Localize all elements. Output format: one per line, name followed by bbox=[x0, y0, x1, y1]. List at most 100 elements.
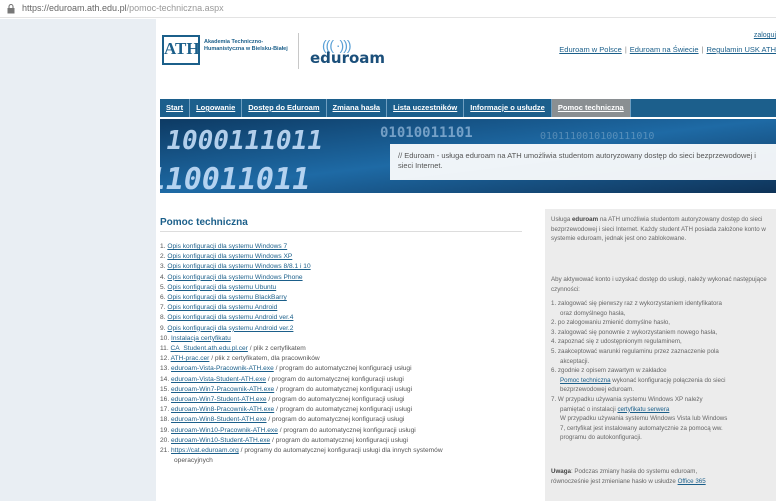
step-item: 4. zapoznać się z udostępnionym regulami… bbox=[551, 337, 769, 347]
step-text: zaakceptować warunki regulaminu przez za… bbox=[557, 347, 719, 355]
step-text-cont: pamiętać o instalacji certyfikatu serwer… bbox=[551, 405, 769, 415]
help-list-item: 16. eduroam-Win7-Student-ATH.exe / progr… bbox=[160, 395, 530, 405]
nav-dostep[interactable]: Dostęp do Eduroam bbox=[242, 99, 327, 117]
svg-text:0110011011: 0110011011 bbox=[160, 162, 313, 193]
help-link[interactable]: Opis konfiguracji dla systemu Windows 7 bbox=[167, 243, 287, 250]
help-link[interactable]: CA_Student.ath.edu.pl.cer bbox=[171, 345, 248, 352]
step-number: 4. bbox=[551, 338, 557, 346]
nav-pomoc-techniczna[interactable]: Pomoc techniczna bbox=[551, 99, 631, 117]
separator: | bbox=[624, 45, 627, 54]
step-item: 3. zalogować się ponownie z wykorzystani… bbox=[551, 328, 769, 338]
step-number: 1. bbox=[551, 300, 557, 307]
lock-icon bbox=[7, 4, 15, 14]
item-number: 13. bbox=[160, 365, 170, 373]
step-text: po zalogowaniu zmienić domyślne hasło, bbox=[557, 319, 671, 327]
office365-link[interactable]: Office 365 bbox=[678, 478, 706, 485]
nav-zmiana-hasla[interactable]: Zmiana hasła bbox=[327, 99, 388, 117]
help-link[interactable]: Opis konfiguracji dla systemu Android ve… bbox=[167, 314, 293, 321]
help-list-item: 3. Opis konfiguracji dla systemu Windows… bbox=[160, 262, 530, 272]
step-text: pamiętać o instalacji bbox=[560, 405, 618, 413]
help-link[interactable]: eduroam-Win8-Student-ATH.exe bbox=[171, 416, 267, 423]
link-eduroam-polska[interactable]: Eduroam w Polsce bbox=[559, 45, 622, 54]
help-list-item: 17. eduroam-Win8-Pracownik-ATH.exe / pro… bbox=[160, 405, 530, 415]
info-sidebar: Usługa eduroam na ATH umożliwia studento… bbox=[545, 209, 776, 501]
step-text-cont: Pomoc techniczna wykonać konfigurację po… bbox=[551, 376, 769, 386]
help-link[interactable]: Opis konfiguracji dla systemu Android bbox=[167, 304, 277, 311]
help-list-item: 13. eduroam-Vista-Pracownik-ATH.exe / pr… bbox=[160, 364, 530, 374]
step-text-cont: 7, certyfikat jest instalowany automatyc… bbox=[560, 424, 723, 432]
ath-logo[interactable]: ATH bbox=[162, 35, 200, 65]
help-link[interactable]: eduroam-Win8-Pracownik-ATH.exe bbox=[171, 406, 274, 413]
help-link[interactable]: https://cat.eduroam.org bbox=[171, 447, 239, 454]
item-number: 15. bbox=[160, 385, 170, 393]
step-text-cont: bezprzewodowej eduroam. bbox=[560, 386, 634, 394]
pomoc-techniczna-link[interactable]: Pomoc techniczna bbox=[560, 377, 611, 384]
url-text[interactable]: https://eduroam.ath.edu.pl/pomoc-technic… bbox=[22, 3, 224, 13]
help-link[interactable]: Opis konfiguracji dla systemu BlackBarry bbox=[167, 294, 286, 301]
item-number: 3. bbox=[160, 263, 166, 271]
step-number: 2. bbox=[551, 319, 557, 327]
help-link[interactable]: ATH-prac.cer bbox=[171, 355, 210, 362]
help-link[interactable]: Opis konfiguracji dla systemu Windows XP bbox=[167, 253, 292, 260]
help-list-item: 4. Opis konfiguracji dla systemu Windows… bbox=[160, 273, 530, 283]
item-description: / program do automatycznej konfiguracji … bbox=[274, 385, 413, 393]
item-description: / program do automatycznej konfiguracji … bbox=[266, 416, 405, 424]
help-list-item: 1. Opis konfiguracji dla systemu Windows… bbox=[160, 242, 530, 252]
help-list-item: 12. ATH-prac.cer / plik z certyfikatem, … bbox=[160, 354, 530, 364]
item-number: 12. bbox=[160, 355, 170, 363]
item-number: 1. bbox=[160, 243, 166, 250]
link-eduroam-swiat[interactable]: Eduroam na Świecie bbox=[630, 45, 699, 54]
info-paragraph-1: Usługa eduroam na ATH umożliwia studento… bbox=[551, 215, 769, 244]
help-link[interactable]: Opis konfiguracji dla systemu Windows Ph… bbox=[167, 274, 302, 281]
help-link[interactable]: eduroam-Win7-Pracownik-ATH.exe bbox=[171, 386, 274, 393]
help-link[interactable]: Instalacja certyfikatu bbox=[171, 335, 231, 342]
item-description: / program do automatycznej konfiguracji … bbox=[274, 406, 413, 414]
nav-informacje[interactable]: Informacje o usłudze bbox=[464, 99, 552, 117]
nav-start[interactable]: Start bbox=[160, 99, 191, 117]
item-description: / program do automatycznej konfiguracji … bbox=[266, 396, 405, 404]
item-number: 7. bbox=[160, 304, 166, 312]
step-text-cont: oraz domyślnego hasła, bbox=[560, 309, 626, 317]
help-link[interactable]: Opis konfiguracji dla systemu Windows 8/… bbox=[167, 263, 310, 270]
item-description: / program do automatycznej konfiguracji … bbox=[277, 426, 416, 434]
item-number: 17. bbox=[160, 406, 170, 414]
help-list-item: 9. Opis konfiguracji dla systemu Android… bbox=[160, 324, 530, 334]
eduroam-logo[interactable]: ((( ·))) eduroam bbox=[306, 37, 386, 67]
step-text-cont: akceptacji. bbox=[560, 357, 590, 365]
item-number: 6. bbox=[160, 294, 166, 302]
url-path: /pomoc-techniczna.aspx bbox=[126, 3, 224, 13]
svg-text:0101110010100111010: 0101110010100111010 bbox=[540, 131, 654, 142]
top-links: Eduroam w Polsce | Eduroam na Świecie | Regu… bbox=[559, 45, 776, 54]
address-bar[interactable]: https://eduroam.ath.edu.pl/pomoc-technic… bbox=[0, 0, 776, 18]
item-number: 19. bbox=[160, 426, 170, 434]
item-number: 9. bbox=[160, 324, 166, 332]
step-number: 6. bbox=[551, 367, 557, 375]
help-link[interactable]: Opis konfiguracji dla systemu Android ve… bbox=[167, 325, 293, 332]
logo-divider bbox=[298, 33, 299, 69]
item-description: / plik z certyfikatem bbox=[247, 345, 306, 353]
item-number: 21. bbox=[160, 447, 170, 455]
hero-banner: 1000111011 0110011011 01010011101 010111… bbox=[160, 119, 776, 193]
help-link[interactable]: eduroam-Win10-Student-ATH.exe bbox=[171, 437, 270, 444]
step-item: 7. W przypadku używania systemu Windows … bbox=[551, 395, 769, 443]
step-text-cont: programu do autokonfiguracji. bbox=[560, 434, 642, 442]
item-number: 11. bbox=[160, 345, 169, 353]
nav-logowanie[interactable]: Logowanie bbox=[190, 99, 243, 117]
step-text-cont: W przypadku używania systemu Windows Vis… bbox=[560, 415, 728, 423]
help-list-item: 19. eduroam-Win10-Pracownik-ATH.exe / pr… bbox=[160, 426, 530, 436]
help-link[interactable]: Opis konfiguracji dla systemu Ubuntu bbox=[167, 284, 276, 291]
help-link[interactable]: eduroam-Win10-Pracownik-ATH.exe bbox=[171, 427, 278, 434]
nav-lista-uczestnikow[interactable]: Lista uczestników bbox=[387, 99, 465, 117]
login-link[interactable]: zaloguj bbox=[754, 32, 776, 39]
page-title: Pomoc techniczna bbox=[160, 217, 248, 228]
help-link[interactable]: eduroam-Vista-Pracownik-ATH.exe bbox=[171, 365, 274, 372]
step-text: wykonać konfigurację połączenia do sieci bbox=[610, 376, 726, 384]
certyfikat-serwera-link[interactable]: certyfikatu serwera bbox=[617, 406, 669, 413]
help-link[interactable]: eduroam-Win7-Student-ATH.exe bbox=[171, 396, 267, 403]
eduroam-wordmark: eduroam bbox=[310, 49, 386, 67]
item-number: 18. bbox=[160, 416, 170, 424]
link-regulamin[interactable]: Regulamin USK ATH bbox=[707, 45, 776, 54]
item-description: operacyjnych bbox=[174, 457, 213, 465]
help-link[interactable]: eduroam-Vista-Student-ATH.exe bbox=[171, 376, 266, 383]
help-list-item: 5. Opis konfiguracji dla systemu Ubuntu bbox=[160, 283, 530, 293]
